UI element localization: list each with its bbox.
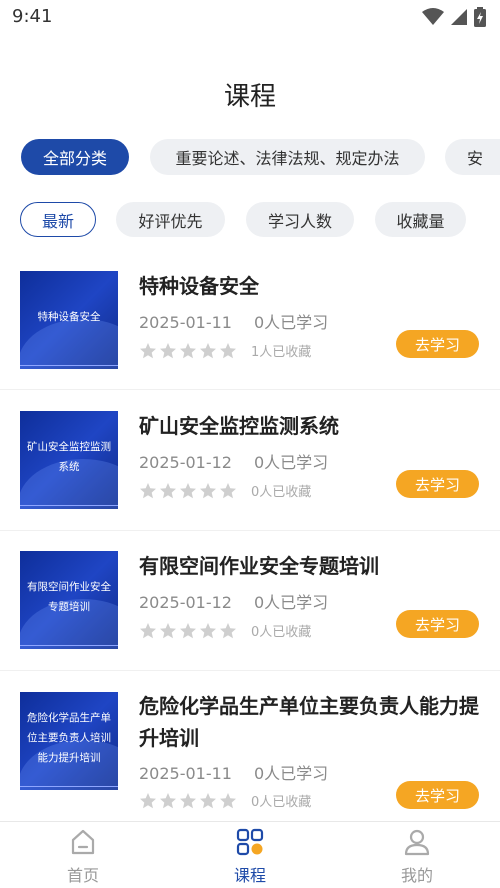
course-meta: 2025-01-11 0人已学习 <box>139 309 328 333</box>
start-learning-button[interactable]: 去学习 <box>396 610 479 638</box>
status-time: 9:41 <box>12 6 53 27</box>
star-icon <box>220 342 236 358</box>
tab-profile-label: 我的 <box>400 866 433 885</box>
course-favorites: 0人已收藏 <box>251 795 312 810</box>
home-icon <box>71 829 95 855</box>
star-icon <box>220 792 236 808</box>
category-pill-safety[interactable]: 安 <box>445 139 500 175</box>
course-date: 2025-01-12 <box>139 453 232 472</box>
course-thumbnail: 矿山安全监控监测系统 <box>20 411 118 509</box>
sort-most-favorites[interactable]: 收藏量 <box>375 202 466 237</box>
start-learning-button[interactable]: 去学习 <box>396 330 479 358</box>
course-title: 危险化学品生产单位主要负责人能力提升培训 <box>139 694 479 750</box>
tab-courses-label: 课程 <box>233 866 266 885</box>
course-title: 特种设备安全 <box>139 274 259 298</box>
course-item[interactable]: 有限空间作业安全专题培训 有限空间作业安全专题培训 2025-01-12 0人已学… <box>0 531 500 671</box>
battery-icon <box>474 7 486 27</box>
course-date: 2025-01-11 <box>139 313 232 332</box>
star-icon <box>200 622 216 638</box>
tab-profile[interactable]: 我的 <box>357 822 477 888</box>
course-thumbnail: 特种设备安全 <box>20 271 118 369</box>
bottom-tab-bar: 首页 课程 我的 <box>0 821 500 888</box>
course-item[interactable]: 矿山安全监控监测系统 矿山安全监控监测系统 2025-01-12 0人已学习 0人… <box>0 391 500 531</box>
course-date: 2025-01-12 <box>139 593 232 612</box>
star-icon <box>220 482 236 498</box>
star-icon <box>180 482 196 498</box>
star-icon <box>200 482 216 498</box>
course-meta: 2025-01-12 0人已学习 <box>139 449 328 473</box>
star-icon <box>140 482 156 498</box>
star-icon <box>140 792 156 808</box>
star-icon <box>200 792 216 808</box>
star-icon <box>160 482 176 498</box>
status-bar: 9:41 <box>0 0 500 34</box>
course-learners: 0人已学习 <box>253 764 329 783</box>
sort-most-learners[interactable]: 学习人数 <box>246 202 354 237</box>
star-icon <box>180 622 196 638</box>
category-pill-all[interactable]: 全部分类 <box>21 139 129 175</box>
course-rating: 0人已收藏 <box>139 791 311 810</box>
tab-courses[interactable]: 课程 <box>190 822 310 888</box>
start-learning-button[interactable]: 去学习 <box>396 470 479 498</box>
course-rating: 0人已收藏 <box>139 621 311 640</box>
star-icon <box>180 792 196 808</box>
course-thumbnail: 危险化学品生产单位主要负责人培训能力提升培训 <box>20 692 118 790</box>
sort-top-rated[interactable]: 好评优先 <box>116 202 225 237</box>
star-icon <box>160 342 176 358</box>
course-learners: 0人已学习 <box>253 453 329 472</box>
course-favorites: 0人已收藏 <box>251 625 312 640</box>
sort-latest[interactable]: 最新 <box>20 202 96 237</box>
course-date: 2025-01-11 <box>139 764 232 783</box>
course-thumbnail: 有限空间作业安全专题培训 <box>20 551 118 649</box>
star-icon <box>180 342 196 358</box>
category-pill-laws[interactable]: 重要论述、法律法规、规定办法 <box>150 139 425 175</box>
course-rating: 0人已收藏 <box>139 481 311 500</box>
star-icon <box>140 342 156 358</box>
star-icon <box>220 622 236 638</box>
category-filter-row: 全部分类 重要论述、法律法规、规定办法 安 <box>0 139 500 177</box>
course-meta: 2025-01-11 0人已学习 <box>139 760 328 784</box>
course-learners: 0人已学习 <box>253 313 329 332</box>
course-title: 有限空间作业安全专题培训 <box>139 554 379 578</box>
tab-home[interactable]: 首页 <box>23 822 143 888</box>
course-rating: 1人已收藏 <box>139 341 311 360</box>
page-title: 课程 <box>223 82 276 112</box>
tab-home-label: 首页 <box>66 866 99 885</box>
star-icon <box>140 622 156 638</box>
course-item[interactable]: 危险化学品生产单位主要负责人培训能力提升培训 危险化学品生产单位主要负责人能力提… <box>0 671 500 821</box>
profile-icon <box>404 829 430 856</box>
wifi-icon <box>422 8 444 25</box>
signal-icon <box>451 9 467 25</box>
courses-grid-icon <box>236 828 264 856</box>
start-learning-button[interactable]: 去学习 <box>396 781 479 809</box>
status-icons <box>422 7 486 27</box>
star-icon <box>200 342 216 358</box>
course-favorites: 1人已收藏 <box>251 345 312 360</box>
course-favorites: 0人已收藏 <box>251 485 312 500</box>
star-icon <box>160 622 176 638</box>
sort-options-row: 最新 好评优先 学习人数 收藏量 <box>0 202 500 238</box>
course-item[interactable]: 特种设备安全 特种设备安全 2025-01-11 0人已学习 1人已收藏 去学习 <box>0 250 500 390</box>
course-title: 矿山安全监控监测系统 <box>139 414 339 438</box>
course-meta: 2025-01-12 0人已学习 <box>139 589 328 613</box>
star-icon <box>160 792 176 808</box>
course-learners: 0人已学习 <box>253 593 329 612</box>
